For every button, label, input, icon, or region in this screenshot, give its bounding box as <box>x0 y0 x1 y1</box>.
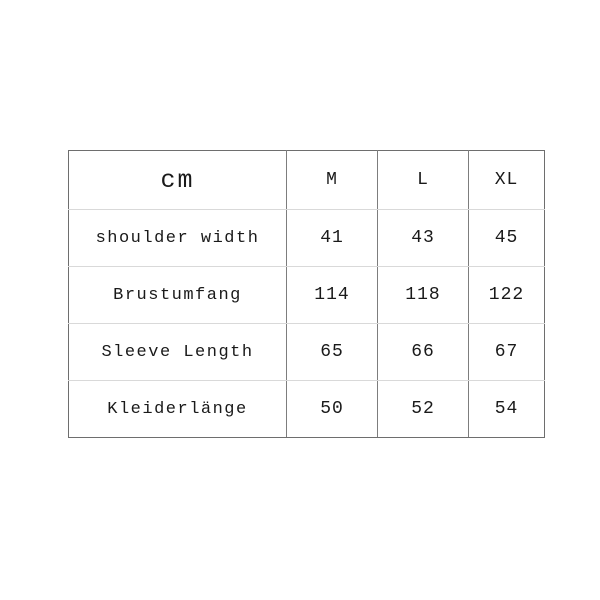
measure-value: 122 <box>488 285 525 305</box>
measure-value-cell-l: 52 <box>377 380 469 438</box>
size-chart-table: cm M L XL shoulder width 41 43 45 Brustu… <box>68 150 545 438</box>
measure-value: 52 <box>411 399 435 419</box>
measure-value-cell-l: 118 <box>377 266 469 324</box>
size-header-label-l: L <box>417 170 429 190</box>
measure-name-cell: shoulder width <box>68 209 287 267</box>
measure-value-cell-xl: 67 <box>468 323 545 381</box>
size-header-cell-xl: XL <box>468 150 545 210</box>
unit-header-cell: cm <box>68 150 287 210</box>
measure-value-cell-xl: 54 <box>468 380 545 438</box>
measure-value-cell-xl: 122 <box>468 266 545 324</box>
measure-name: Brustumfang <box>113 286 242 305</box>
measure-value: 67 <box>494 342 519 362</box>
measure-value: 66 <box>411 342 435 362</box>
measure-value-cell-m: 65 <box>286 323 378 381</box>
measure-name: Sleeve Length <box>101 343 254 362</box>
measure-value: 41 <box>320 228 344 248</box>
size-header-cell-l: L <box>377 150 469 210</box>
size-header-label-m: M <box>326 170 338 190</box>
measure-value: 50 <box>320 399 344 419</box>
size-chart-page: cm M L XL shoulder width 41 43 45 Brustu… <box>0 0 600 600</box>
measure-value: 114 <box>314 285 350 305</box>
table-row: Kleiderlänge 50 52 54 <box>68 380 545 438</box>
measure-value: 43 <box>411 228 435 248</box>
measure-value: 45 <box>494 228 519 248</box>
measure-value-cell-l: 43 <box>377 209 469 267</box>
table-header-row: cm M L XL <box>68 150 545 210</box>
size-header-label-xl: XL <box>494 170 519 190</box>
measure-value-cell-xl: 45 <box>468 209 545 267</box>
table-row: Brustumfang 114 118 122 <box>68 266 545 324</box>
measure-name: Kleiderlänge <box>107 400 248 419</box>
measure-name-cell: Kleiderlänge <box>68 380 287 438</box>
measure-name-cell: Sleeve Length <box>68 323 287 381</box>
unit-label: cm <box>160 165 195 195</box>
measure-value-cell-m: 41 <box>286 209 378 267</box>
measure-value-cell-l: 66 <box>377 323 469 381</box>
measure-value-cell-m: 114 <box>286 266 378 324</box>
measure-name-cell: Brustumfang <box>68 266 287 324</box>
measure-value-cell-m: 50 <box>286 380 378 438</box>
measure-value: 118 <box>405 285 441 305</box>
measure-value: 54 <box>494 399 519 419</box>
measure-name: shoulder width <box>95 229 260 248</box>
table-row: shoulder width 41 43 45 <box>68 209 545 267</box>
size-header-cell-m: M <box>286 150 378 210</box>
measure-value: 65 <box>320 342 344 362</box>
table-row: Sleeve Length 65 66 67 <box>68 323 545 381</box>
